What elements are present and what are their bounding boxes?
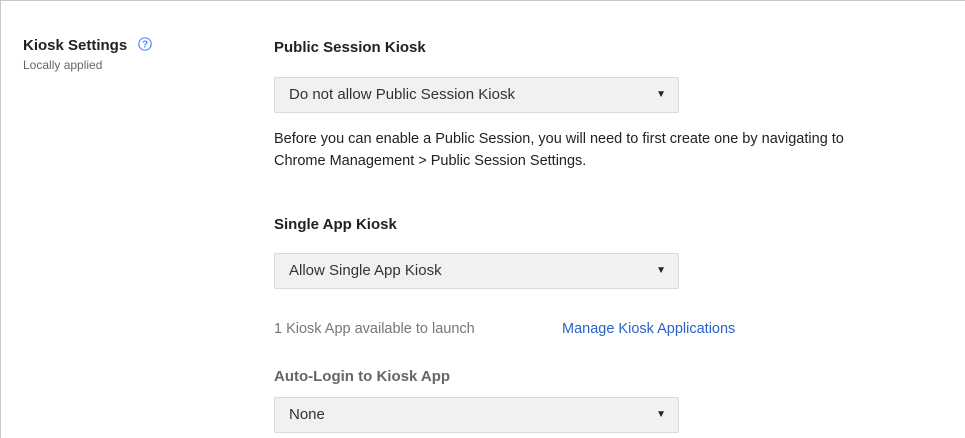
help-circle-icon[interactable]: ? <box>137 36 152 51</box>
manage-kiosk-applications-link[interactable]: Manage Kiosk Applications <box>562 321 735 337</box>
chevron-down-icon: ▼ <box>656 409 666 420</box>
auto-login-label: Auto-Login to Kiosk App <box>274 368 451 385</box>
auto-login-selected-value: None <box>289 406 325 423</box>
chevron-down-icon: ▼ <box>656 265 666 276</box>
chevron-down-icon: ▼ <box>656 89 666 100</box>
setting-header: Kiosk Settings ? Locally applied <box>23 36 152 72</box>
single-app-select[interactable]: Allow Single App Kiosk ▼ <box>274 253 679 289</box>
public-session-label: Public Session Kiosk <box>274 39 426 56</box>
settings-panel: Kiosk Settings ? Locally applied Public … <box>0 0 965 438</box>
kiosk-apps-available-text: 1 Kiosk App available to launch <box>274 321 475 337</box>
svg-text:?: ? <box>142 39 148 50</box>
public-session-description-line2: Chrome Management > Public Session Setti… <box>274 153 587 169</box>
setting-subtitle: Locally applied <box>23 58 103 72</box>
single-app-label: Single App Kiosk <box>274 216 397 233</box>
public-session-description-line1: Before you can enable a Public Session, … <box>274 131 844 147</box>
single-app-selected-value: Allow Single App Kiosk <box>289 262 442 279</box>
public-session-selected-value: Do not allow Public Session Kiosk <box>289 86 515 103</box>
setting-title: Kiosk Settings <box>23 37 128 55</box>
auto-login-select[interactable]: None ▼ <box>274 397 679 433</box>
public-session-select[interactable]: Do not allow Public Session Kiosk ▼ <box>274 77 679 113</box>
